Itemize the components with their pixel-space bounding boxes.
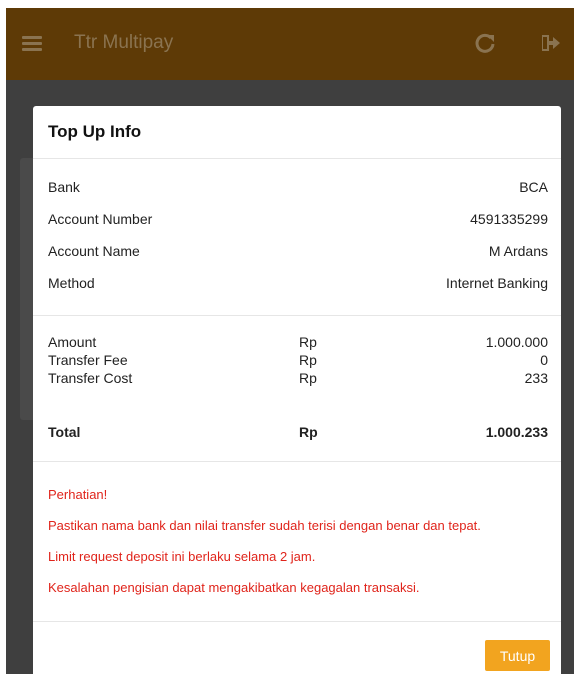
- currency-label: Rp: [299, 424, 318, 440]
- total-row: Total Rp 1.000.233: [48, 424, 548, 442]
- amount-label: Transfer Cost: [48, 370, 133, 386]
- close-button[interactable]: Tutup: [485, 640, 550, 671]
- currency-label: Rp: [299, 352, 317, 368]
- info-label: Account Number: [48, 211, 153, 227]
- notice-line: Pastikan nama bank dan nilai transfer su…: [48, 518, 481, 533]
- info-value: 4591335299: [470, 211, 548, 227]
- info-label: Method: [48, 275, 95, 291]
- total-value: 1.000.233: [485, 424, 548, 440]
- info-row-bank: Bank BCA: [48, 179, 548, 199]
- account-info: Bank BCA Account Number 4591335299 Accou…: [33, 159, 561, 316]
- info-row-account-name: Account Name M Ardans: [48, 243, 548, 263]
- screen: Ttr Multipay Top Up Info Bank BCA Accoun…: [6, 8, 574, 674]
- amount-breakdown: Amount Rp 1.000.000 Transfer Fee Rp 0 Tr…: [33, 316, 561, 462]
- info-value: BCA: [519, 179, 548, 195]
- total-label: Total: [48, 424, 81, 440]
- notice-heading: Perhatian!: [48, 487, 108, 502]
- currency-label: Rp: [299, 370, 317, 386]
- currency-label: Rp: [299, 334, 317, 350]
- notice-line: Limit request deposit ini berlaku selama…: [48, 549, 316, 564]
- info-label: Account Name: [48, 243, 140, 259]
- info-value: M Ardans: [488, 243, 548, 259]
- transfer-cost-row: Transfer Cost Rp 233: [48, 370, 548, 388]
- menu-icon[interactable]: [22, 36, 42, 52]
- amount-row: Amount Rp 1.000.000: [48, 334, 548, 352]
- info-label: Bank: [48, 179, 80, 195]
- app-title: Ttr Multipay: [74, 32, 174, 53]
- dialog-title: Top Up Info: [48, 122, 142, 141]
- transfer-fee-row: Transfer Fee Rp 0: [48, 352, 548, 370]
- info-row-account-number: Account Number 4591335299: [48, 211, 548, 231]
- notice-line: Kesalahan pengisian dapat mengakibatkan …: [48, 580, 420, 595]
- amount-value: 233: [524, 370, 548, 386]
- amount-value: 0: [540, 352, 548, 368]
- dialog-header: Top Up Info: [33, 106, 561, 159]
- app-bar: Ttr Multipay: [6, 8, 574, 80]
- amount-label: Amount: [48, 334, 97, 350]
- notice-box: Perhatian! Pastikan nama bank dan nilai …: [33, 462, 561, 622]
- refresh-icon[interactable]: [474, 32, 496, 54]
- info-value: Internet Banking: [446, 275, 548, 291]
- amount-label: Transfer Fee: [48, 352, 128, 368]
- amount-value: 1.000.000: [485, 334, 548, 350]
- top-up-info-dialog: Top Up Info Bank BCA Account Number 4591…: [33, 106, 561, 674]
- info-row-method: Method Internet Banking: [48, 275, 548, 295]
- logout-icon[interactable]: [541, 34, 560, 52]
